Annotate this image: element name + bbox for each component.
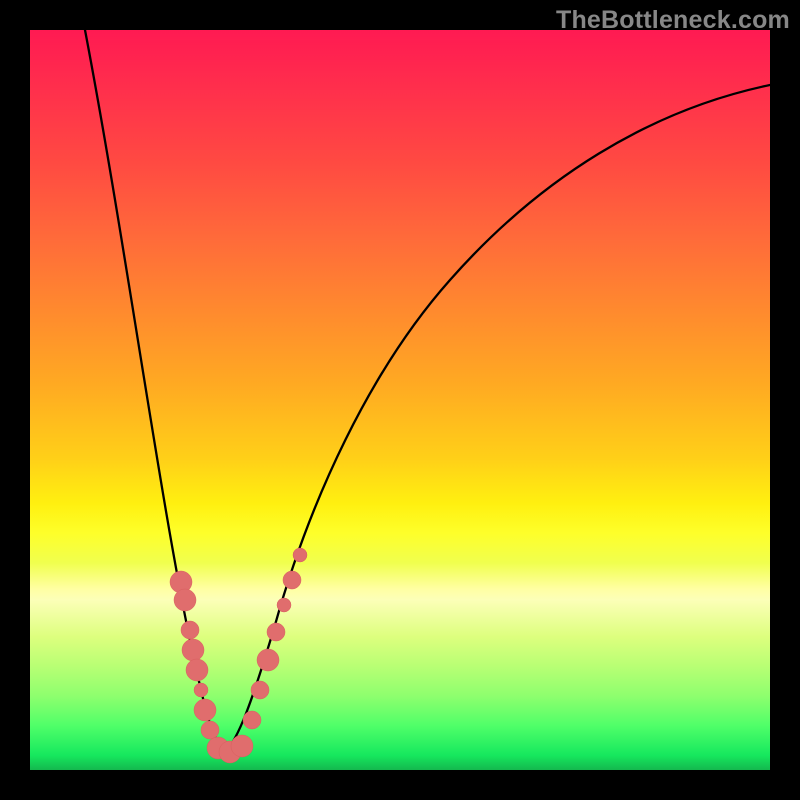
data-point <box>277 598 291 612</box>
data-point <box>257 649 279 671</box>
watermark-text: TheBottleneck.com <box>556 6 790 35</box>
data-point <box>243 711 261 729</box>
data-point <box>251 681 269 699</box>
data-point <box>181 621 199 639</box>
plot-area <box>30 30 770 770</box>
data-point <box>194 683 208 697</box>
data-point <box>201 721 219 739</box>
data-point <box>182 639 204 661</box>
data-point <box>231 735 253 757</box>
chart-container: TheBottleneck.com <box>0 0 800 800</box>
data-point <box>267 623 285 641</box>
data-point <box>186 659 208 681</box>
data-point <box>293 548 307 562</box>
bottleneck-curve <box>30 30 770 770</box>
data-point <box>174 589 196 611</box>
data-point <box>194 699 216 721</box>
data-point <box>283 571 301 589</box>
